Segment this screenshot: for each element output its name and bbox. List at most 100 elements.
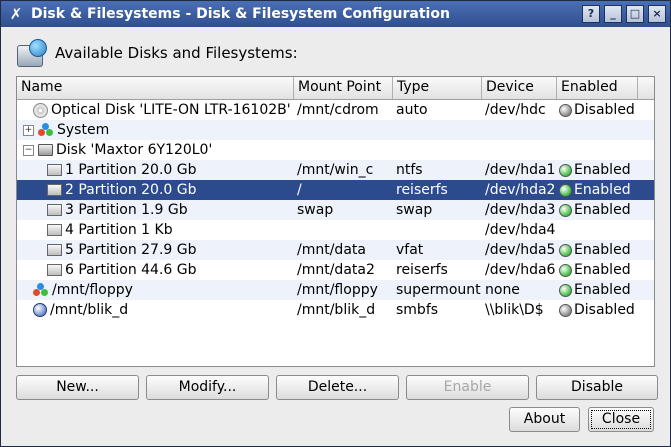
table-row[interactable]: 2 Partition 20.0 Gb / reiserfs/dev/hda2 Ena…	[17, 180, 654, 200]
table-row[interactable]: Optical Disk 'LITE-ON LTR-16102B' /mnt/cd…	[17, 100, 654, 120]
row-name-text: Optical Disk 'LITE-ON LTR-16102B'	[51, 102, 291, 118]
cell-type: reiserfs	[396, 182, 448, 198]
cell-mount-point: /mnt/blik_d	[297, 302, 376, 318]
cell-device: /dev/hda6	[485, 262, 556, 278]
cell-enabled: Enabled	[557, 180, 638, 200]
status-led-icon	[559, 303, 572, 317]
column-header-name[interactable]: Name	[17, 77, 294, 99]
column-header-type[interactable]: Type	[393, 77, 482, 99]
table-row[interactable]: /mnt/blik_d/mnt/blik_d smbfs \\blik\D$ Disa…	[17, 300, 654, 320]
cell-name: 3 Partition 1.9 Gb	[17, 200, 294, 220]
table-row[interactable]: 1 Partition 20.0 Gb/mnt/win_c ntfs/dev/hd…	[17, 160, 654, 180]
cell-name: 4 Partition 1 Kb	[17, 220, 294, 240]
status-text: Enabled	[574, 162, 631, 178]
dialog-header: Available Disks and Filesystems:	[15, 37, 298, 69]
cell-name: 5 Partition 27.9 Gb	[17, 240, 294, 260]
cell-device	[482, 120, 557, 140]
row-name-text: 6 Partition 44.6 Gb	[65, 262, 197, 278]
help-button[interactable]: ?	[582, 5, 600, 23]
app-menu-icon[interactable]: ✗	[7, 5, 25, 23]
disks-list-view[interactable]: Name Mount Point Type Device Enabled Opt…	[16, 76, 655, 367]
cell-mount-point: /mnt/data2	[297, 262, 375, 278]
column-header-enabled[interactable]: Enabled	[557, 77, 638, 99]
disable-button[interactable]: Disable	[536, 375, 658, 400]
row-name-text: 3 Partition 1.9 Gb	[65, 202, 188, 218]
list-header: Name Mount Point Type Device Enabled	[17, 77, 654, 100]
partition-icon	[47, 164, 62, 176]
cell-enabled	[557, 120, 638, 140]
row-name-text: 2 Partition 20.0 Gb	[65, 182, 197, 198]
cell-name: 2 Partition 20.0 Gb	[17, 180, 294, 200]
cell-device: /dev/hda4	[485, 222, 556, 238]
cell-device: /dev/hda3	[485, 202, 556, 218]
table-row[interactable]: /mnt/floppy/mnt/floppy supermount none Enab…	[17, 280, 654, 300]
table-row[interactable]: + System	[17, 120, 654, 140]
cell-type: smbfs	[396, 302, 439, 318]
cell-device	[482, 140, 557, 160]
cell-name: − Disk 'Maxtor 6Y120L0'	[17, 140, 294, 160]
expand-icon[interactable]: +	[23, 124, 34, 136]
cell-device: /dev/hda1	[485, 162, 556, 178]
delete-button[interactable]: Delete...	[276, 375, 399, 400]
cell-name: 6 Partition 44.6 Gb	[17, 260, 294, 280]
column-header-device[interactable]: Device	[482, 77, 557, 99]
cell-type: ntfs	[396, 162, 423, 178]
cell-name: /mnt/blik_d	[17, 300, 294, 320]
status-text: Enabled	[574, 202, 631, 218]
cell-mount-point: /mnt/win_c	[297, 162, 374, 178]
table-row[interactable]: 4 Partition 1 Kb/dev/hda4	[17, 220, 654, 240]
window-title: Disk & Filesystems - Disk & Filesystem C…	[31, 6, 450, 22]
title-bar[interactable]: ✗ Disk & Filesystems - Disk & Filesystem…	[1, 1, 670, 27]
cell-type	[393, 220, 482, 240]
cell-mount-point	[294, 220, 393, 240]
cell-enabled: Disabled	[557, 100, 638, 120]
table-row[interactable]: 5 Partition 27.9 Gb/mnt/data vfat/dev/hda…	[17, 240, 654, 260]
column-header-mount-point[interactable]: Mount Point	[294, 77, 393, 99]
cell-name: Optical Disk 'LITE-ON LTR-16102B'	[17, 100, 294, 120]
about-button[interactable]: About	[509, 407, 580, 432]
system-icon	[38, 123, 54, 137]
disk-filesystems-icon	[15, 37, 47, 69]
cell-enabled: Enabled	[557, 280, 638, 300]
cell-device: /dev/hda2	[485, 182, 556, 198]
enable-button[interactable]: Enable	[406, 375, 529, 400]
cell-device: /dev/hdc	[485, 102, 546, 118]
cell-name: + System	[17, 120, 294, 140]
maximize-button[interactable]: □	[626, 5, 644, 23]
row-name-text: 1 Partition 20.0 Gb	[65, 162, 197, 178]
cell-device: \\blik\D$	[485, 302, 544, 318]
cell-type: swap	[396, 202, 433, 218]
action-buttons: New... Modify... Delete... Enable Disabl…	[16, 375, 658, 400]
table-row[interactable]: − Disk 'Maxtor 6Y120L0'	[17, 140, 654, 160]
table-row[interactable]: 3 Partition 1.9 Gb swap swap/dev/hda3 Enabl…	[17, 200, 654, 220]
cell-enabled: Enabled	[557, 160, 638, 180]
network-share-icon	[33, 303, 47, 317]
header-label: Available Disks and Filesystems:	[55, 44, 298, 62]
cell-type: supermount	[396, 282, 481, 298]
status-text: Enabled	[574, 282, 631, 298]
close-button[interactable]: Close	[588, 407, 654, 432]
partition-icon	[47, 244, 62, 256]
collapse-icon[interactable]: −	[23, 144, 34, 156]
cell-type: auto	[396, 102, 428, 118]
table-row[interactable]: 6 Partition 44.6 Gb/mnt/data2 reiserfs/de…	[17, 260, 654, 280]
status-led-icon	[559, 283, 572, 297]
cell-enabled	[557, 220, 638, 240]
modify-button[interactable]: Modify...	[146, 375, 269, 400]
close-window-button[interactable]: ×	[648, 5, 666, 23]
status-led-icon	[559, 263, 572, 277]
status-text: Enabled	[574, 182, 631, 198]
cell-mount-point	[294, 140, 393, 160]
column-header-filler	[638, 77, 654, 99]
cell-enabled: Disabled	[557, 300, 638, 320]
status-text: Enabled	[574, 242, 631, 258]
dialog-window: ✗ Disk & Filesystems - Disk & Filesystem…	[0, 0, 671, 447]
row-name-text: /mnt/floppy	[52, 282, 133, 298]
new-button[interactable]: New...	[16, 375, 139, 400]
partition-icon	[47, 224, 62, 236]
row-name-text: System	[57, 122, 110, 138]
cell-device: /dev/hda5	[485, 242, 556, 258]
minimize-button[interactable]: _	[604, 5, 622, 23]
cell-enabled	[557, 140, 638, 160]
cell-name: /mnt/floppy	[17, 280, 294, 300]
